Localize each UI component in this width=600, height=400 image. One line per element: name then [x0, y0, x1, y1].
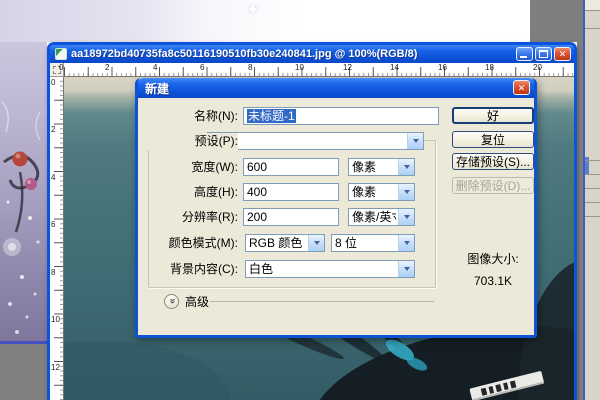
horizontal-ruler[interactable]: 0 2 4 6 8 10 12 14 16 18 20: [59, 63, 574, 77]
resolution-input[interactable]: 200: [243, 208, 339, 226]
new-document-dialog: 新建 ✕ 名称(N): 未标题-1 预设(P): 自定 宽度(W): 600 像…: [135, 78, 537, 338]
dialog-close-button[interactable]: ✕: [513, 80, 530, 95]
advanced-divider: [210, 301, 434, 302]
palette-panel-top: [585, 0, 600, 10]
color-mode-value: RGB 颜色: [249, 236, 303, 250]
height-input[interactable]: 400: [243, 183, 339, 201]
reset-button[interactable]: 复位: [452, 131, 534, 148]
color-mode-label: 颜色模式(M):: [168, 236, 238, 250]
image-size-value: 703.1K: [473, 274, 513, 288]
wallpaper-decoration: [1, 101, 41, 334]
vertical-ruler[interactable]: 0 2 4 6 8 10 12: [50, 77, 64, 400]
resolution-unit-value: 像素/英寸: [352, 210, 396, 224]
desktop-wallpaper-art: [0, 42, 47, 341]
delete-preset-button: 删除预设(D)...: [452, 177, 534, 194]
chevron-down-icon[interactable]: [398, 184, 414, 200]
preset-select[interactable]: 自定: [207, 132, 424, 150]
advanced-expander-button[interactable]: »: [164, 293, 179, 309]
screen: ✦ aa18972bd40735fa8c50116190510fb30e2408…: [0, 0, 600, 400]
bit-depth-value: 8 位: [335, 236, 358, 250]
dialog-body: 名称(N): 未标题-1 预设(P): 自定 宽度(W): 600 像素 高度(…: [138, 98, 534, 335]
color-mode-select[interactable]: RGB 颜色: [245, 234, 325, 252]
chevron-down-icon[interactable]: [398, 235, 414, 251]
ok-button[interactable]: 好: [452, 107, 534, 124]
sparkle-icon: ✦: [246, 2, 260, 19]
image-size-label: 图像大小:: [467, 252, 519, 266]
chevron-down-icon[interactable]: [398, 159, 414, 175]
background-select[interactable]: 白色: [245, 260, 415, 278]
desktop-wallpaper-top: [0, 0, 600, 42]
save-preset-button[interactable]: 存储预设(S)...: [452, 153, 534, 170]
desktop-gray-area: [530, 0, 583, 42]
background-gray-area: [0, 344, 47, 400]
chevron-down-icon[interactable]: [398, 209, 414, 225]
maximize-button[interactable]: [535, 47, 552, 61]
close-button[interactable]: ✕: [554, 47, 571, 61]
maximize-icon: [539, 50, 548, 58]
chevron-down-icon[interactable]: [407, 133, 423, 149]
document-window-titlebar[interactable]: aa18972bd40735fa8c50116190510fb30e240841…: [50, 45, 574, 63]
resolution-label: 分辨率(R):: [182, 210, 238, 224]
preset-label: 预设(P):: [146, 133, 238, 150]
name-input[interactable]: 未标题-1: [243, 107, 439, 125]
chevron-down-icon[interactable]: [398, 261, 414, 277]
height-unit-value: 像素: [352, 185, 377, 199]
name-value: 未标题-1: [247, 109, 296, 123]
image-file-icon: [55, 48, 67, 60]
palette-panel-edge: [583, 0, 600, 400]
bit-depth-select[interactable]: 8 位: [331, 234, 415, 252]
width-unit-select[interactable]: 像素: [348, 158, 415, 176]
dialog-title: 新建: [145, 81, 170, 96]
background-value: 白色: [249, 262, 274, 276]
width-unit-value: 像素: [352, 160, 377, 174]
document-window-title: aa18972bd40735fa8c50116190510fb30e240841…: [71, 48, 418, 60]
dialog-titlebar[interactable]: 新建 ✕: [138, 78, 534, 98]
close-icon: ✕: [558, 49, 567, 59]
width-input[interactable]: 600: [243, 158, 339, 176]
name-label: 名称(N):: [194, 109, 238, 123]
chevron-down-icon[interactable]: [308, 235, 324, 251]
background-label: 背景内容(C):: [170, 262, 238, 276]
height-label: 高度(H):: [194, 185, 238, 199]
minimize-icon: [520, 56, 527, 58]
width-label: 宽度(W):: [191, 160, 238, 174]
double-chevron-icon: »: [166, 298, 178, 304]
preset-value: 自定: [211, 133, 405, 149]
height-unit-select[interactable]: 像素: [348, 183, 415, 201]
minimize-button[interactable]: [516, 47, 533, 61]
resolution-unit-select[interactable]: 像素/英寸: [348, 208, 415, 226]
advanced-label: 高级: [185, 294, 210, 309]
